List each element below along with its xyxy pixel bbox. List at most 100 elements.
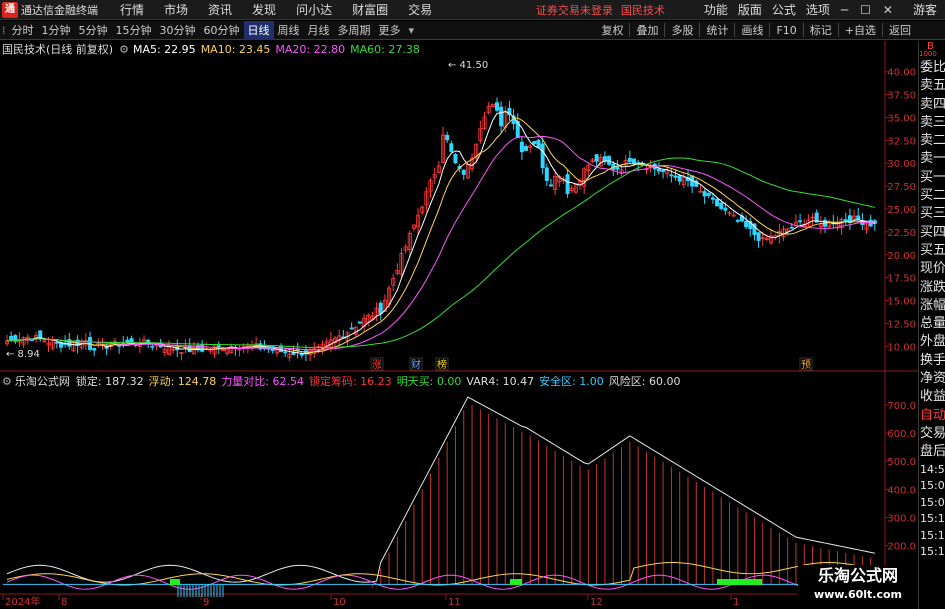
lock-line	[6, 396, 875, 583]
indicator-field: VAR4: 10.47	[466, 375, 535, 388]
sidebar-item[interactable]: 买五	[919, 242, 945, 260]
sidebar-item[interactable]: 涨跌	[919, 279, 945, 297]
candle-body	[661, 169, 666, 172]
ma-legend: MA5: 22.95 MA10: 23.45 MA20: 22.80 MA60: 27…	[133, 43, 425, 56]
xaxis-label: 11	[448, 597, 461, 608]
candle-body	[706, 192, 711, 196]
candle-body	[632, 158, 637, 164]
candle-body	[524, 146, 529, 151]
candle-body	[378, 302, 383, 314]
sidebar-item[interactable]: 换手	[919, 352, 945, 370]
price-tick-label: 20.00	[887, 251, 916, 262]
sidebar-item[interactable]: 买四	[919, 224, 945, 242]
candle-body	[544, 167, 549, 181]
candle-body	[602, 156, 607, 162]
ma-legend-item: MA60: 27.38	[350, 42, 420, 56]
event-marker: 财	[411, 358, 421, 371]
sidebar-item[interactable]: 卖四	[919, 96, 945, 114]
indicator-field: 锁定: 187.32	[75, 375, 144, 388]
candle-body	[357, 321, 362, 324]
buy-signal-block	[510, 579, 522, 585]
indicator-field: 力量对比: 62.54	[221, 375, 304, 388]
high-price-label: ← 41.50	[448, 60, 488, 71]
sidebar-header: B 1000	[919, 41, 945, 59]
sidebar-item[interactable]: 现价	[919, 260, 945, 278]
indicator-field: 风险区: 60.00	[608, 375, 681, 388]
candle-body	[723, 207, 728, 211]
candle-body	[615, 166, 620, 170]
price-tick-label: 22.50	[887, 228, 916, 239]
candles	[5, 97, 877, 362]
price-tick-label: 12.50	[887, 319, 916, 330]
candle-body	[669, 174, 674, 177]
sidebar-item[interactable]: 收益	[919, 388, 945, 406]
sidebar-item[interactable]: 卖二	[919, 132, 945, 150]
price-tick-label: 37.50	[887, 91, 916, 102]
indicator-bars	[371, 404, 872, 588]
sidebar-item[interactable]: 卖三	[919, 114, 945, 132]
candle-body	[673, 175, 678, 178]
ma20-line	[6, 135, 875, 351]
price-tick-label: 27.50	[887, 182, 916, 193]
ind-tick-label: 400.0	[887, 485, 916, 496]
price-tick-label: 30.00	[887, 159, 916, 170]
candle-body	[445, 134, 450, 141]
sidebar-badge-sub: 1000	[919, 50, 937, 58]
indicator-legend: ⚙ 乐淘公式网 锁定: 187.32 浮动: 124.78 力量对比: 62.54 锁…	[2, 374, 685, 389]
sidebar-time: 15:0	[920, 479, 945, 493]
price-tick-label: 32.50	[887, 136, 916, 147]
candle-body	[129, 338, 134, 343]
sidebar-item[interactable]: 委比	[919, 59, 945, 77]
sidebar-item[interactable]: 卖五	[919, 77, 945, 95]
candle-body	[519, 141, 524, 153]
sidebar-item[interactable]: 盘后	[919, 443, 945, 461]
sidebar-item[interactable]: 交易	[919, 425, 945, 443]
event-marker: 预	[801, 359, 811, 371]
xaxis-label: 8	[61, 597, 67, 608]
candle-body	[494, 102, 499, 111]
sidebar-item[interactable]: 卖一	[919, 150, 945, 168]
sidebar-item[interactable]: 买三	[919, 205, 945, 223]
candle-body	[536, 139, 541, 149]
candle-body	[461, 169, 466, 175]
ma10-line	[6, 117, 875, 353]
candle-body	[735, 219, 740, 222]
price-tick-label: 17.50	[887, 274, 916, 285]
candle-body	[627, 157, 632, 163]
sidebar-item[interactable]: 涨幅	[919, 297, 945, 315]
ma-legend-item: MA10: 23.45	[200, 42, 271, 56]
candle-body	[9, 335, 14, 340]
sidebar-item[interactable]: 外盘	[919, 333, 945, 351]
price-tick-label: 40.00	[887, 68, 916, 79]
sidebar-item[interactable]: 总量	[919, 315, 945, 333]
indicator-field: 明天买: 0.00	[396, 375, 462, 388]
candle-body	[868, 219, 873, 227]
sidebar-items: 委比 卖五 卖四 卖三 卖二 卖一 买一 买二 买三 买四 买五 现价 涨跌 涨幅 总量 外盘 换手 净资 收益 自动…	[919, 59, 945, 462]
candle-body	[756, 232, 761, 241]
ind-tick-label: 500.0	[887, 457, 916, 468]
ma-legend-item: MA5: 22.95	[132, 42, 196, 56]
candle-body	[548, 184, 553, 187]
price-tick-label: 15.00	[887, 297, 916, 308]
main-chart-legend: 国民技术(日线 前复权) ⚙ MA5: 22.95 MA10: 23.45 MA20…	[2, 42, 425, 57]
indicator-gear-icon[interactable]: ⚙	[2, 375, 12, 388]
ind-tick-label: 600.0	[887, 429, 916, 440]
price-tick-label: 10.00	[887, 342, 916, 353]
candle-body	[540, 143, 545, 168]
candle-body	[54, 341, 59, 344]
sidebar-item[interactable]: 净资	[919, 370, 945, 388]
watermark: 乐淘公式网 www.60lt.com	[798, 565, 918, 609]
ma-legend-item: MA20: 22.80	[275, 42, 346, 56]
sidebar-item[interactable]: 买一	[919, 169, 945, 187]
sidebar-time: 15:1	[920, 528, 945, 542]
sidebar-item[interactable]: 自动	[919, 407, 945, 425]
event-marker: 榜	[437, 358, 447, 371]
candle-body	[744, 220, 749, 228]
candle-body	[565, 174, 570, 194]
watermark-url: www.60lt.com	[813, 588, 903, 601]
settings-gear-icon[interactable]: ⚙	[119, 43, 129, 56]
candle-body	[92, 348, 97, 351]
kline-chart[interactable]: 40.00 37.50 35.00 32.50 30.00 27.50 25.00 22.50…	[0, 0, 918, 609]
xaxis-label: 2024年	[5, 595, 40, 608]
sidebar-item[interactable]: 买二	[919, 187, 945, 205]
